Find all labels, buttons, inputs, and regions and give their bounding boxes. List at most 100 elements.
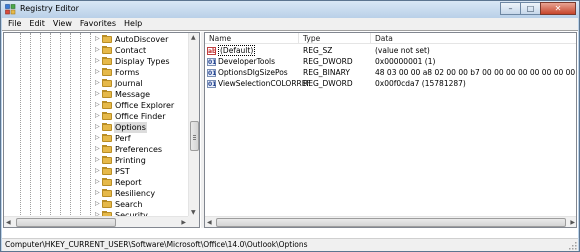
scroll-left-arrow-icon[interactable]: ◀ xyxy=(6,219,11,226)
scroll-down-arrow-icon[interactable]: ▼ xyxy=(191,209,196,216)
list-row[interactable]: ab (Default) REG_SZ (value not set) xyxy=(205,45,576,56)
expand-arrow-icon[interactable]: ▷ xyxy=(95,35,100,42)
tree-item-label: Perf xyxy=(115,134,131,143)
tree-item[interactable]: ▷ Message xyxy=(4,89,189,100)
value-data: 0x00000001 (1) xyxy=(375,57,436,66)
column-header-name[interactable]: Name xyxy=(209,33,231,44)
list-row[interactable]: 01 DeveloperTools REG_DWORD 0x00000001 (1) xyxy=(205,57,576,67)
maximize-button[interactable]: □ xyxy=(520,2,541,15)
tree-item[interactable]: ▷ Office Explorer xyxy=(4,100,189,111)
value-type: REG_BINARY xyxy=(303,68,350,77)
value-data: 0x00f0cda7 (15781287) xyxy=(375,79,466,88)
expand-arrow-icon[interactable]: ▷ xyxy=(95,46,100,53)
value-name: OptionsDlgSizePos xyxy=(218,68,288,77)
tree-item-label: Office Explorer xyxy=(115,101,175,110)
expand-arrow-icon[interactable]: ▷ xyxy=(95,57,100,64)
tree-horizontal-scrollbar[interactable]: ◀ ▶ xyxy=(4,216,188,227)
list-row[interactable]: 01 ViewSelectionCOLORREF REG_DWORD 0x00f0cd… xyxy=(205,79,576,89)
expand-arrow-icon[interactable]: ▷ xyxy=(95,68,100,75)
tree-item-label: Journal xyxy=(115,79,143,88)
scrollbar-corner xyxy=(188,216,199,227)
tree-item-label: Preferences xyxy=(115,145,163,154)
folder-icon xyxy=(102,123,112,131)
tree-item[interactable]: ▷ Perf xyxy=(4,133,189,144)
list-horizontal-scrollbar[interactable]: ◀ ▶ xyxy=(205,216,576,227)
expand-arrow-icon[interactable]: ▷ xyxy=(95,156,100,163)
tree-item-label: Display Types xyxy=(115,57,170,66)
expand-arrow-icon[interactable]: ▷ xyxy=(95,145,100,152)
tree-item-label: PST xyxy=(115,167,130,176)
value-name-cell: DeveloperTools xyxy=(218,57,275,67)
scroll-up-arrow-icon[interactable]: ▲ xyxy=(191,34,196,41)
tree-item[interactable]: ▷ AutoDiscover xyxy=(4,34,189,45)
list-header: Name Type Data xyxy=(205,33,576,44)
tree-item[interactable]: ▷ Search xyxy=(4,199,189,210)
folder-icon xyxy=(102,35,112,43)
tree-item-label: AutoDiscover xyxy=(115,35,169,44)
scroll-right-arrow-icon[interactable]: ▶ xyxy=(570,219,575,226)
tree-item-label: Options xyxy=(114,122,147,133)
column-divider[interactable] xyxy=(298,33,299,44)
tree-item[interactable]: ▷ Preferences xyxy=(4,144,189,155)
folder-icon xyxy=(102,90,112,98)
expand-arrow-icon[interactable]: ▷ xyxy=(95,178,100,185)
menu-view[interactable]: View xyxy=(49,18,76,30)
expand-arrow-icon[interactable]: ▷ xyxy=(95,200,100,207)
value-name: DeveloperTools xyxy=(218,57,276,66)
tree-item[interactable]: ▷ Options xyxy=(4,122,189,133)
menu-help[interactable]: Help xyxy=(120,18,146,30)
close-button[interactable]: ✕ xyxy=(540,2,576,15)
menu-file[interactable]: File xyxy=(4,18,25,30)
status-bar: Computer\HKEY_CURRENT_USER\Software\Micr… xyxy=(2,238,578,251)
column-divider[interactable] xyxy=(370,33,371,44)
tree-item-label: Resiliency xyxy=(115,189,156,198)
tree-item[interactable]: ▷ Office Finder xyxy=(4,111,189,122)
tree-item[interactable]: ▷ Display Types xyxy=(4,56,189,67)
list-row[interactable]: 01 OptionsDlgSizePos REG_BINARY 48 03 00 00… xyxy=(205,68,576,78)
value-name-cell: ViewSelectionCOLORREF xyxy=(218,79,311,89)
tree-item[interactable]: ▷ Printing xyxy=(4,155,189,166)
folder-icon xyxy=(102,101,112,109)
tree-item[interactable]: ▷ PST xyxy=(4,166,189,177)
resize-grip-icon[interactable] xyxy=(568,241,577,250)
title-bar[interactable]: Registry Editor – □ ✕ xyxy=(1,1,579,18)
scroll-right-arrow-icon[interactable]: ▶ xyxy=(181,219,186,226)
expand-arrow-icon[interactable]: ▷ xyxy=(95,101,100,108)
expand-arrow-icon[interactable]: ▷ xyxy=(95,134,100,141)
tree-item-label: Report xyxy=(115,178,142,187)
registry-key-tree[interactable]: ▷ AutoDiscover ▷ Contact ▷ Display Types ▷ Form… xyxy=(3,32,200,228)
tree-item[interactable]: ▷ Forms xyxy=(4,67,189,78)
tree-item[interactable]: ▷ Contact xyxy=(4,45,189,56)
tree-vertical-scroll-thumb[interactable] xyxy=(190,121,199,151)
registry-values-list[interactable]: Name Type Data ab (Default) REG_SZ (value n… xyxy=(204,32,577,228)
menu-bar: File Edit View Favorites Help xyxy=(2,18,578,30)
current-key-path: Computer\HKEY_CURRENT_USER\Software\Micr… xyxy=(5,240,308,249)
folder-icon xyxy=(102,134,112,142)
column-header-type[interactable]: Type xyxy=(303,33,320,44)
tree-horizontal-scroll-thumb[interactable] xyxy=(16,218,116,227)
tree-vertical-scrollbar[interactable]: ▲ ▼ xyxy=(188,33,199,217)
folder-icon xyxy=(102,189,112,197)
expand-arrow-icon[interactable]: ▷ xyxy=(95,189,100,196)
menu-favorites[interactable]: Favorites xyxy=(76,18,120,30)
binary-value-icon: 01 xyxy=(207,58,217,66)
column-header-data[interactable]: Data xyxy=(375,33,393,44)
expand-arrow-icon[interactable]: ▷ xyxy=(95,112,100,119)
folder-icon xyxy=(102,57,112,65)
tree-item[interactable]: ▷ Resiliency xyxy=(4,188,189,199)
scroll-left-arrow-icon[interactable]: ◀ xyxy=(207,219,212,226)
expand-arrow-icon[interactable]: ▷ xyxy=(95,167,100,174)
minimize-button[interactable]: – xyxy=(500,2,521,15)
tree-item[interactable]: ▷ Report xyxy=(4,177,189,188)
expand-arrow-icon[interactable]: ▷ xyxy=(95,90,100,97)
tree-item-label: Search xyxy=(115,200,143,209)
folder-icon xyxy=(102,68,112,76)
tree-item-label: Printing xyxy=(115,156,146,165)
expand-arrow-icon[interactable]: ▷ xyxy=(95,123,100,130)
expand-arrow-icon[interactable]: ▷ xyxy=(95,79,100,86)
menu-edit[interactable]: Edit xyxy=(25,18,49,30)
list-horizontal-scroll-thumb[interactable] xyxy=(216,218,566,227)
tree-item[interactable]: ▷ Journal xyxy=(4,78,189,89)
value-name: ViewSelectionCOLORREF xyxy=(218,79,311,88)
folder-icon xyxy=(102,145,112,153)
